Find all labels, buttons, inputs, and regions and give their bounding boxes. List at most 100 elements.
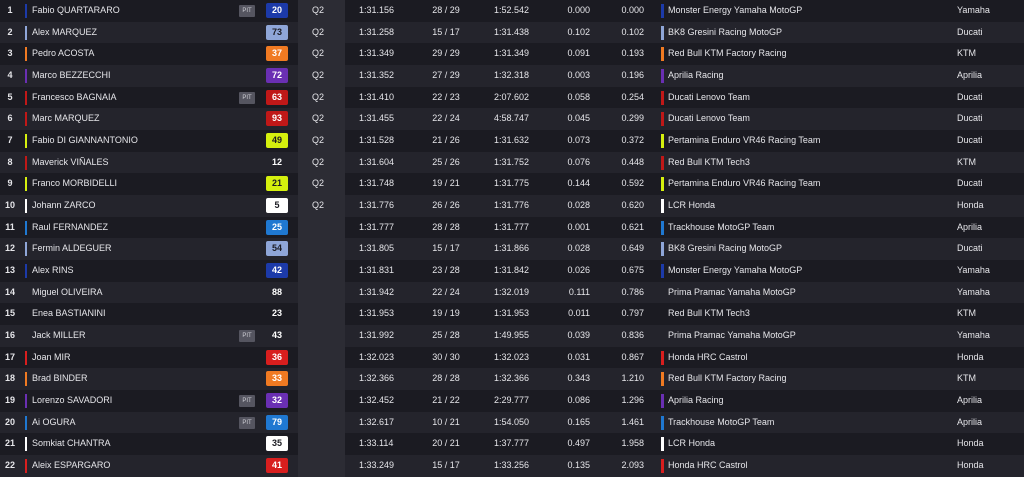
table-row[interactable]: 20 Ai OGURA PIT 79 1:32.617 10 / 21 1:54.050 0.… [0,411,1024,434]
best-lap-time: 1:33.249 [359,460,395,471]
rider-number-badge: 72 [266,68,288,84]
gap-to-previous: 0.028 [567,243,590,254]
rider-name[interactable]: Jack MILLER [32,325,86,347]
rider-team-color-bar [25,112,27,127]
rider-team-color-bar [25,350,27,365]
rider-name[interactable]: Alex RINS [32,260,74,282]
best-lap-time: 1:31.455 [359,113,395,124]
last-lap-time: 1:32.023 [494,351,530,362]
table-row[interactable]: 8 Maverick VIÑALES 12 Q2 1:31.604 25 / 26 1:31… [0,151,1024,174]
table-row[interactable]: 1 Fabio QUARTARARO PIT 20 Q2 1:31.156 28 / 29 1… [0,0,1024,22]
table-row[interactable]: 14 Miguel OLIVEIRA 88 1:31.942 22 / 24 1:32.0… [0,281,1024,304]
lap-count: 10 / 21 [432,416,460,427]
table-row[interactable]: 13 Alex RINS 42 1:31.831 23 / 28 1:31.842 0.02… [0,260,1024,282]
gap-to-previous: 0.003 [567,70,590,81]
table-row[interactable]: 11 Raul FERNANDEZ 25 1:31.777 28 / 28 1:31.77… [0,216,1024,239]
lap-count: 19 / 19 [432,308,460,319]
team-name: Trackhouse MotoGP Team [668,221,775,232]
rider-name[interactable]: Lorenzo SAVADORI [32,390,112,412]
rider-name[interactable]: Franco MORBIDELLI [32,173,117,195]
table-row[interactable]: 2 Alex MARQUEZ 73 Q2 1:31.258 15 / 17 1:31.438… [0,21,1024,44]
rider-name[interactable]: Enea BASTIANINI [32,303,106,325]
team-name: Ducati Lenovo Team [668,91,750,102]
table-row[interactable]: 19 Lorenzo SAVADORI PIT 32 1:32.452 21 / 22 2:… [0,390,1024,412]
gap-to-leader: 0.675 [621,265,644,276]
gap-to-leader: 0.867 [621,351,644,362]
gap-to-leader: 0.621 [621,221,644,232]
rider-number-badge: 93 [266,111,288,127]
rider-name[interactable]: Fabio QUARTARARO [32,0,120,22]
table-row[interactable]: 17 Joan MIR 36 1:32.023 30 / 30 1:32.023 0.031… [0,346,1024,369]
table-row[interactable]: 10 Johann ZARCO 5 Q2 1:31.776 26 / 26 1:31.776… [0,195,1024,217]
team-name: Honda HRC Castrol [668,351,748,362]
session-label: Q2 [312,156,325,167]
manufacturer: KTM [957,48,976,59]
manufacturer: Ducati [957,243,983,254]
rider-number-badge: 23 [271,308,282,319]
lap-count: 21 / 26 [432,135,460,146]
rider-name[interactable]: Somkiat CHANTRA [32,433,111,455]
manufacturer: Honda [957,460,984,471]
table-row[interactable]: 12 Fermin ALDEGUER 54 1:31.805 15 / 17 1:31.8… [0,238,1024,261]
table-row[interactable]: 6 Marc MARQUEZ 93 Q2 1:31.455 22 / 24 4:58.747… [0,108,1024,131]
gap-to-leader: 0.620 [621,200,644,211]
gap-to-leader: 0.193 [621,48,644,59]
lap-count: 23 / 28 [432,265,460,276]
last-lap-time: 1:31.775 [494,178,530,189]
manufacturer: KTM [957,373,976,384]
last-lap-time: 1:31.632 [494,135,530,146]
table-row[interactable]: 16 Jack MILLER PIT 43 1:31.992 25 / 28 1:49.95… [0,325,1024,347]
rider-name[interactable]: Fabio DI GIANNANTONIO [32,130,138,152]
table-row[interactable]: 5 Francesco BAGNAIA PIT 63 Q2 1:31.410 22 / 23… [0,86,1024,109]
rider-name[interactable]: Fermin ALDEGUER [32,238,112,260]
session-column-band [298,216,345,239]
session-label: Q2 [312,178,325,189]
rider-name[interactable]: Marco BEZZECCHI [32,65,111,87]
manufacturer: Honda [957,438,984,449]
table-row[interactable]: 7 Fabio DI GIANNANTONIO 49 Q2 1:31.528 21 / 2… [0,130,1024,152]
rider-number-badge: 37 [266,46,288,62]
table-row[interactable]: 4 Marco BEZZECCHI 72 Q2 1:31.352 27 / 29 1:32.… [0,65,1024,87]
gap-to-previous: 0.343 [567,373,590,384]
rider-number-badge: 41 [266,458,288,474]
last-lap-time: 1:31.777 [494,221,530,232]
table-row[interactable]: 15 Enea BASTIANINI 23 1:31.953 19 / 19 1:31.9… [0,303,1024,326]
table-row[interactable]: 22 Aleix ESPARGARO 41 1:33.249 15 / 17 1:33.2… [0,455,1024,477]
gap-to-leader: 0.000 [621,5,644,15]
table-row[interactable]: 18 Brad BINDER 33 1:32.366 28 / 28 1:32.366 0.… [0,368,1024,391]
rider-name[interactable]: Francesco BAGNAIA [32,87,117,109]
rider-name[interactable]: Alex MARQUEZ [32,22,97,44]
rider-name[interactable]: Ai OGURA [32,412,76,434]
rider-team-color-bar [25,372,27,387]
lap-count: 30 / 30 [432,351,460,362]
rider-number-badge: 21 [266,176,288,192]
rider-name[interactable]: Pedro ACOSTA [32,43,94,65]
rider-name[interactable]: Marc MARQUEZ [32,108,100,130]
table-row[interactable]: 9 Franco MORBIDELLI 21 Q2 1:31.748 19 / 21 1:3… [0,173,1024,196]
gap-to-leader: 0.448 [621,156,644,167]
session-column-band [298,411,345,434]
best-lap-time: 1:31.953 [359,308,395,319]
team-color-bar [661,415,664,430]
rider-name[interactable]: Brad BINDER [32,368,88,390]
rider-name[interactable]: Maverick VIÑALES [32,152,109,174]
timing-table: 1 Fabio QUARTARARO PIT 20 Q2 1:31.156 28 / 29 1… [0,0,1024,477]
session-column-band [298,303,345,326]
rider-name[interactable]: Miguel OLIVEIRA [32,282,103,304]
rider-name[interactable]: Joan MIR [32,347,71,369]
gap-to-previous: 0.026 [567,265,590,276]
rider-team-color-bar [25,286,27,300]
position: 11 [5,221,15,232]
table-row[interactable]: 21 Somkiat CHANTRA 35 1:33.114 20 / 21 1:37.7… [0,433,1024,456]
best-lap-time: 1:31.776 [359,200,395,211]
last-lap-time: 2:29.777 [494,395,530,406]
lap-count: 20 / 21 [432,438,460,449]
rider-name[interactable]: Aleix ESPARGARO [32,455,110,477]
table-row[interactable]: 3 Pedro ACOSTA 37 Q2 1:31.349 29 / 29 1:31.349… [0,43,1024,66]
gap-to-leader: 0.196 [621,70,644,81]
team-color-bar [661,4,664,18]
rider-name[interactable]: Johann ZARCO [32,195,96,217]
last-lap-time: 1:31.953 [494,308,530,319]
session-column-band [298,260,345,282]
rider-name[interactable]: Raul FERNANDEZ [32,217,108,239]
